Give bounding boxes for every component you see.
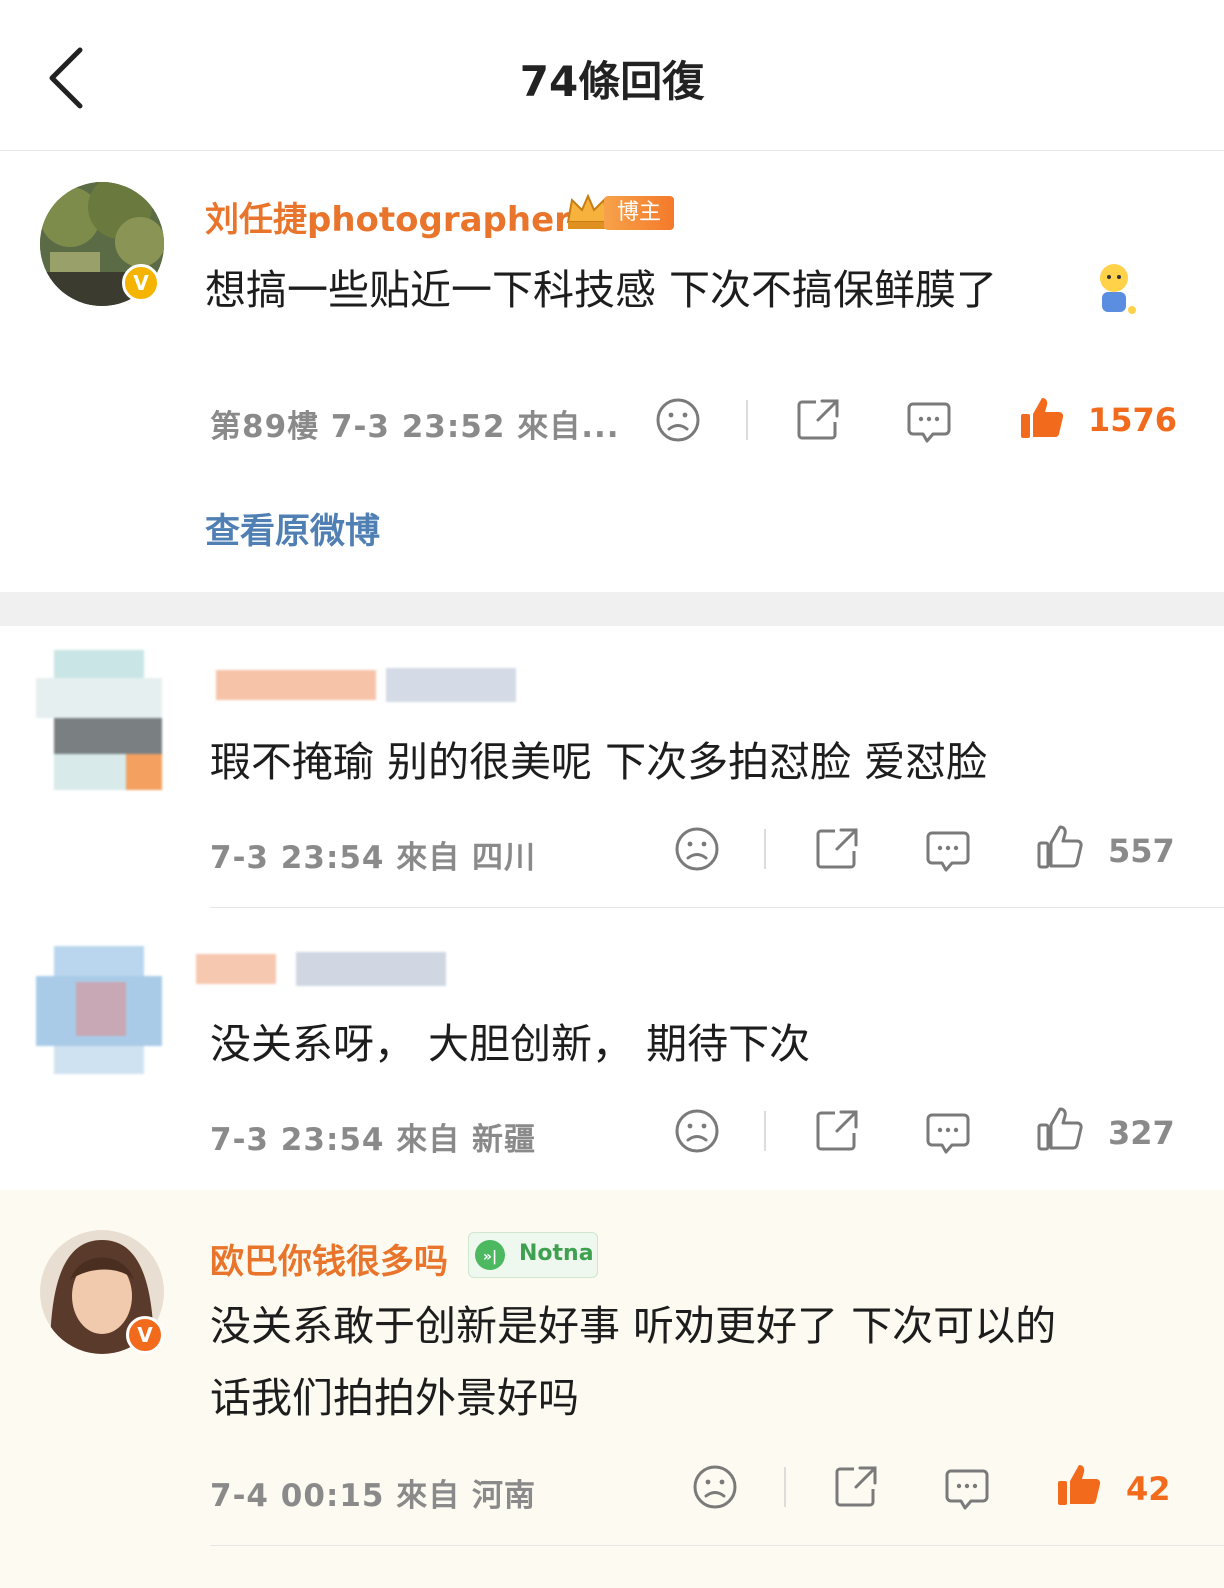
like-icon[interactable] (1036, 823, 1084, 871)
like-icon[interactable] (1036, 1105, 1084, 1153)
dislike-icon[interactable] (654, 396, 702, 444)
avatar[interactable] (36, 946, 162, 1074)
svg-text:»|: »| (483, 1249, 497, 1265)
comment-text: 没关系敢于创新是好事 听劝更好了 下次可以的 话我们拍拍外景好吗 (210, 1290, 1200, 1434)
brand-icon: »| (475, 1240, 505, 1270)
like-count: 557 (1108, 832, 1175, 870)
row-divider (210, 907, 1224, 908)
username[interactable] (196, 948, 456, 988)
dislike-icon[interactable] (673, 825, 721, 873)
avatar[interactable] (36, 650, 162, 790)
like-count: 42 (1126, 1470, 1171, 1508)
comment-icon[interactable] (924, 827, 972, 875)
author-badge: 博主 (604, 196, 674, 230)
comment-text: 想搞一些贴近一下科技感 下次不搞保鲜膜了 (205, 266, 998, 314)
divider (784, 1467, 786, 1507)
like-icon[interactable] (1018, 394, 1066, 442)
emoji-icon (1094, 262, 1140, 318)
comment-icon[interactable] (924, 1109, 972, 1157)
comment-text-line: 没关系敢于创新是好事 听劝更好了 下次可以的 (210, 1302, 1057, 1350)
divider (764, 829, 766, 869)
comment-meta: 7-3 23:54 來自 新疆 (210, 1122, 537, 1158)
fan-badge-label: Notna (519, 1241, 594, 1266)
top-bar: 74條回復 (0, 0, 1224, 151)
fan-badge: »| Notna (468, 1232, 598, 1278)
comment-icon[interactable] (943, 1465, 991, 1513)
username[interactable] (196, 664, 526, 704)
comment-meta: 7-4 00:15 來自 河南 (210, 1478, 537, 1514)
share-icon[interactable] (832, 1463, 880, 1511)
username[interactable]: 刘任捷photographer (205, 192, 571, 241)
comment-icon[interactable] (905, 398, 953, 446)
share-icon[interactable] (794, 396, 842, 444)
divider (764, 1111, 766, 1151)
comment-text-line: 话我们拍拍外景好吗 (210, 1374, 579, 1422)
like-icon[interactable] (1055, 1461, 1103, 1509)
dislike-icon[interactable] (691, 1463, 739, 1511)
share-icon[interactable] (813, 1107, 861, 1155)
comment-meta: 第89樓 7-3 23:52 來自... (210, 409, 620, 445)
share-icon[interactable] (813, 825, 861, 873)
like-count: 327 (1108, 1114, 1175, 1152)
page-title: 74條回復 (519, 57, 705, 106)
comment-text: 瑕不掩瑜 别的很美呢 下次多拍怼脸 爱怼脸 (210, 738, 988, 786)
divider (746, 400, 748, 440)
row-divider (210, 1545, 1224, 1546)
verified-badge-icon: V (122, 264, 160, 302)
section-separator (0, 592, 1224, 626)
view-original-link[interactable]: 查看原微博 (205, 503, 380, 554)
verified-badge-icon: V (126, 1316, 164, 1354)
comment-text: 没关系呀， 大胆创新， 期待下次 (210, 1020, 811, 1068)
like-count: 1576 (1088, 401, 1178, 439)
dislike-icon[interactable] (673, 1107, 721, 1155)
comment-meta: 7-3 23:54 來自 四川 (210, 840, 537, 876)
username[interactable]: 欧巴你钱很多吗 (210, 1234, 448, 1283)
